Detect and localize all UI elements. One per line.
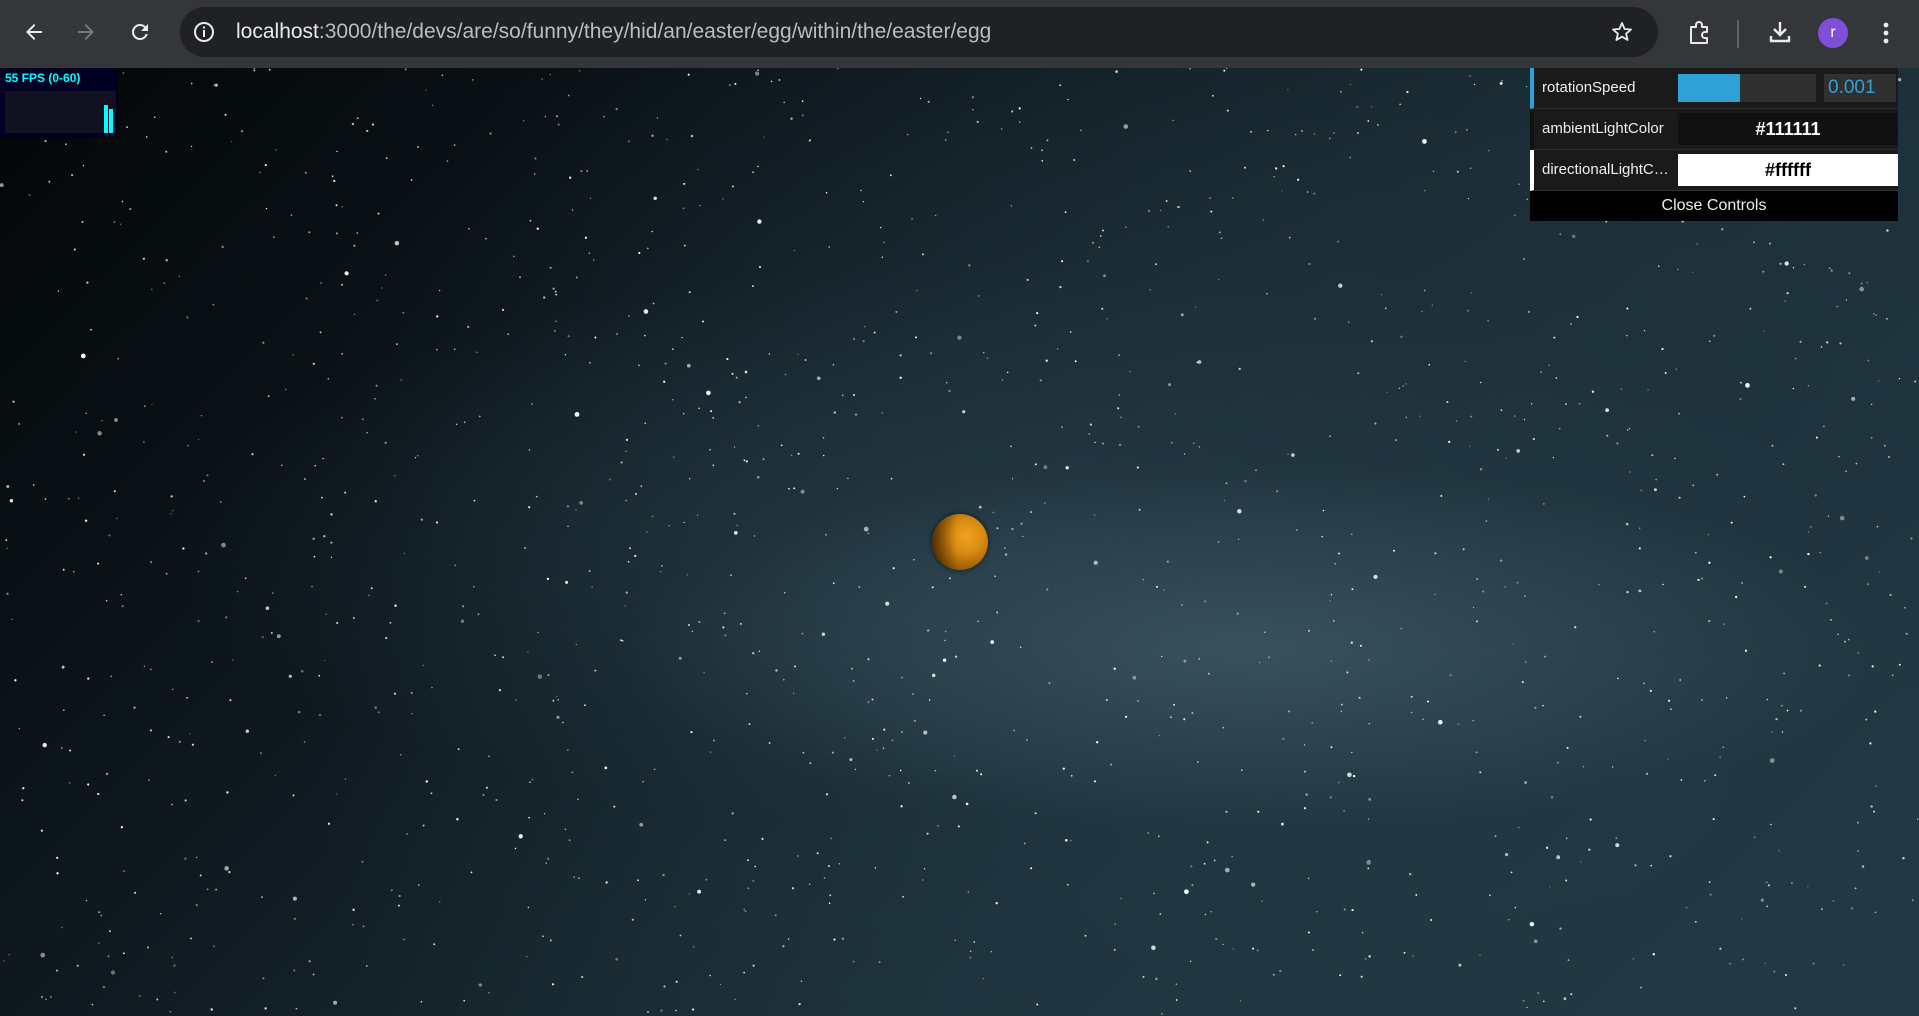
rotation-speed-row: rotationSpeed 0.001 <box>1530 68 1898 109</box>
rotation-speed-slider[interactable] <box>1678 74 1816 102</box>
url-text[interactable]: localhost:3000/the/devs/are/so/funny/the… <box>236 20 991 44</box>
directional-light-row: directionalLightColor #ffffff <box>1530 150 1898 191</box>
ambient-light-label: ambientLightColor <box>1542 120 1664 137</box>
ambient-light-row: ambientLightColor #111111 <box>1530 109 1898 150</box>
directional-light-label: directionalLightColor <box>1542 161 1674 178</box>
controls-panel: rotationSpeed 0.001 ambientLightColor #1… <box>1530 68 1898 221</box>
address-bar[interactable]: localhost:3000/the/devs/are/so/funny/the… <box>180 7 1658 57</box>
fps-bar <box>109 109 113 133</box>
slider-fill <box>1678 74 1741 102</box>
fps-bar <box>104 105 108 133</box>
directional-light-color-input[interactable]: #ffffff <box>1678 154 1898 186</box>
star-icon[interactable] <box>1610 20 1634 44</box>
profile-avatar[interactable]: r <box>1818 18 1848 48</box>
extensions-icon[interactable] <box>1684 16 1716 48</box>
reload-icon <box>132 23 148 40</box>
reload-button[interactable] <box>120 12 160 52</box>
download-icon[interactable] <box>1764 16 1796 48</box>
kebab-menu-icon[interactable] <box>1874 18 1898 48</box>
ambient-light-color-input[interactable]: #111111 <box>1678 113 1898 145</box>
fps-stats-panel[interactable]: 55 FPS (0-60) <box>0 68 118 138</box>
back-button[interactable] <box>14 12 54 52</box>
info-icon[interactable] <box>192 20 216 44</box>
toolbar-divider <box>1737 20 1739 48</box>
rotation-speed-label: rotationSpeed <box>1542 79 1636 96</box>
browser-toolbar: localhost:3000/the/devs/are/so/funny/the… <box>0 0 1919 68</box>
close-controls-button[interactable]: Close Controls <box>1530 191 1898 221</box>
rotation-speed-input[interactable]: 0.001 <box>1824 74 1896 102</box>
fps-label: 55 FPS (0-60) <box>5 71 81 85</box>
url-host: localhost <box>236 20 319 43</box>
forward-button[interactable] <box>66 12 106 52</box>
planet-sphere <box>932 514 988 570</box>
url-path: :3000/the/devs/are/so/funny/they/hid/an/… <box>318 20 992 43</box>
forward-arrow-icon <box>78 24 94 40</box>
back-arrow-icon <box>26 24 42 40</box>
fps-graph <box>5 91 116 133</box>
